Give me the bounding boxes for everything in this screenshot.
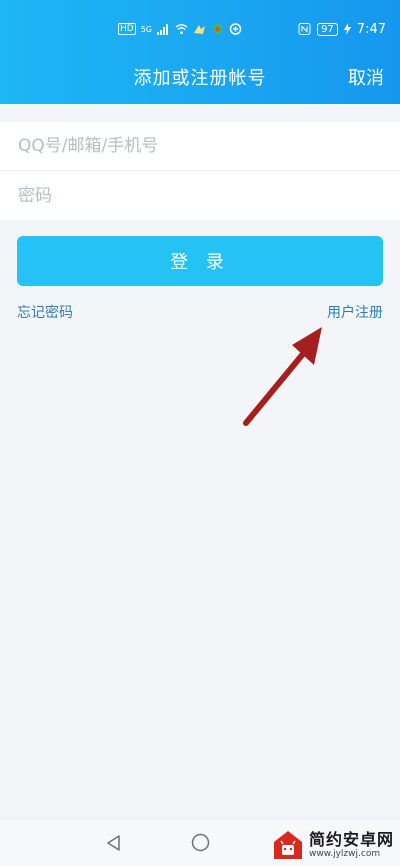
back-icon[interactable] — [105, 834, 123, 852]
status-left-icons: HD 5G — [118, 22, 242, 36]
login-page: HD 5G 97 7:47 添加或注册帐号 取消 QQ号/邮箱/手机号 登 录 … — [0, 0, 400, 866]
signal-gen-label: 5G — [140, 24, 152, 34]
login-form — [0, 122, 400, 220]
status-bar: HD 5G 97 7:47 — [0, 0, 400, 58]
charging-icon — [343, 23, 351, 35]
network-type-label: HD — [118, 23, 136, 35]
app-notification-icon-3 — [229, 23, 242, 35]
signal-icon — [157, 24, 168, 35]
wifi-icon — [175, 24, 188, 35]
status-right-icons: 97 7:47 — [298, 20, 386, 38]
watermark-name: 简约安卓网 — [308, 829, 394, 849]
password-field-row — [0, 171, 400, 220]
site-watermark: 简约安卓网 www.jylzwj.com — [271, 828, 394, 862]
clock: 7:47 — [356, 21, 386, 37]
red-arrow-annotation — [243, 327, 322, 426]
home-icon[interactable] — [191, 833, 210, 852]
page-title: 添加或注册帐号 — [133, 68, 267, 89]
cancel-button[interactable]: 取消 — [348, 64, 384, 90]
watermark-url: www.jylzwj.com — [308, 848, 381, 859]
account-input[interactable] — [18, 136, 378, 156]
account-field-row — [0, 122, 400, 171]
watermark-text: 简约安卓网 www.jylzwj.com — [308, 829, 394, 859]
password-input[interactable] — [18, 185, 378, 206]
login-button[interactable]: 登 录 — [17, 236, 383, 286]
app-notification-icon — [194, 25, 205, 34]
app-notification-icon-2 — [212, 24, 223, 34]
watermark-logo-icon — [273, 831, 302, 859]
nfc-icon — [298, 23, 311, 35]
battery-level: 97 — [317, 22, 338, 36]
forgot-password-link[interactable]: 忘记密码 — [17, 302, 73, 322]
